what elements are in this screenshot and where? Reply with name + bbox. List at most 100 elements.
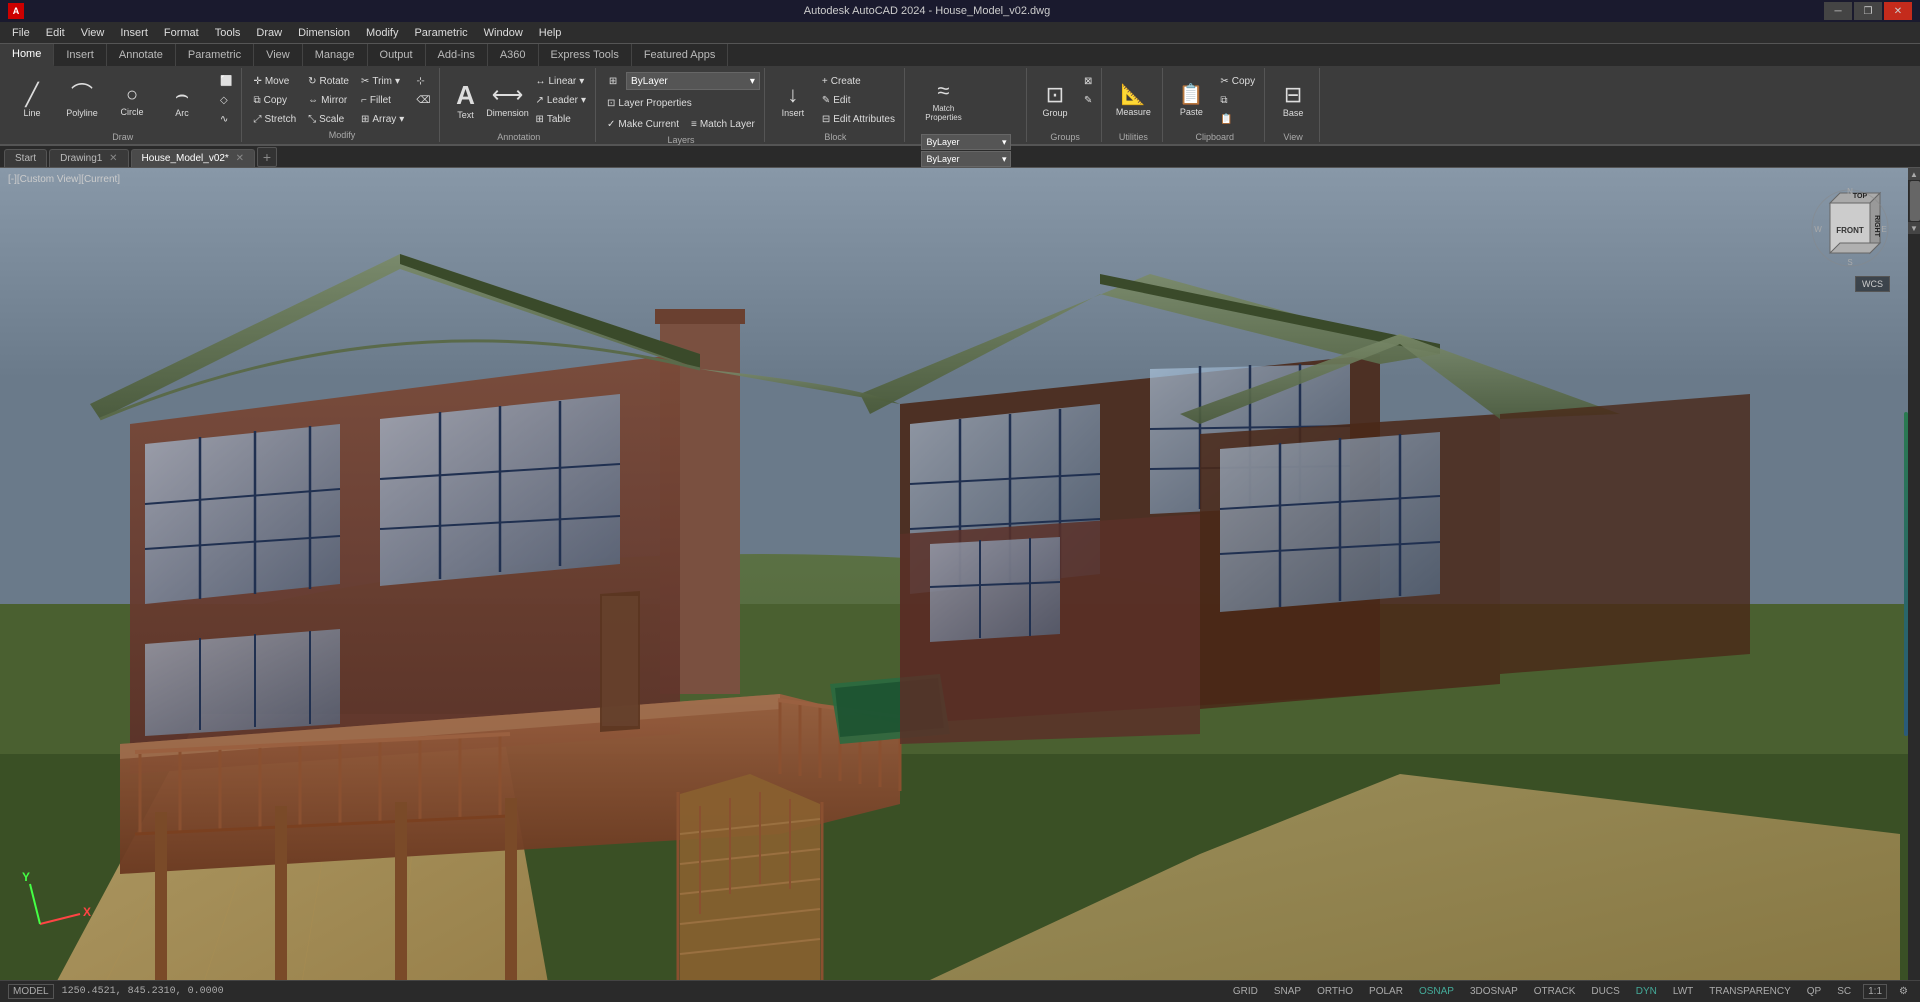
base-button[interactable]: ⊟ Base xyxy=(1271,72,1315,130)
status-osnap[interactable]: OSNAP xyxy=(1415,985,1458,998)
edit-button[interactable]: ✎ Edit xyxy=(817,91,900,109)
tab-home[interactable]: Home xyxy=(0,44,54,66)
trim-button[interactable]: ✂ Trim ▾ xyxy=(356,72,409,90)
status-transparency[interactable]: TRANSPARENCY xyxy=(1705,985,1795,998)
match-properties-button[interactable]: ≈ Match Properties xyxy=(921,72,965,130)
right-panel-indicator xyxy=(1904,412,1908,737)
erase-button[interactable]: ⌫ xyxy=(411,91,435,109)
table-button[interactable]: ⊞ Table xyxy=(530,110,591,128)
viewport[interactable]: [-][Custom View][Current] xyxy=(0,168,1920,980)
mirror-button[interactable]: ⇔ Mirror xyxy=(303,91,354,109)
tab-annotate[interactable]: Annotate xyxy=(107,44,176,66)
group-edit-button[interactable]: ✎ xyxy=(1079,91,1097,109)
scroll-down-button[interactable]: ▼ xyxy=(1908,222,1920,234)
layer-dropdown[interactable]: ByLayer xyxy=(626,72,760,90)
group-button[interactable]: ⊡ Group xyxy=(1033,72,1077,130)
create-button[interactable]: + Create xyxy=(817,72,900,90)
draw-extra-3[interactable]: ∿ xyxy=(215,110,237,128)
tab-insert[interactable]: Insert xyxy=(54,44,107,66)
layer-props-btn2[interactable]: ⊡ Layer Properties xyxy=(602,94,697,112)
status-ortho[interactable]: ORTHO xyxy=(1313,985,1357,998)
status-lwt[interactable]: LWT xyxy=(1669,985,1697,998)
rotate-button[interactable]: ↻ Rotate xyxy=(303,72,354,90)
draw-extra-1[interactable]: ⬜ xyxy=(215,72,237,90)
scroll-thumb[interactable] xyxy=(1910,181,1920,221)
menu-tools[interactable]: Tools xyxy=(207,25,249,41)
status-3dosnap[interactable]: 3DOSNAP xyxy=(1466,985,1522,998)
status-grid[interactable]: GRID xyxy=(1229,985,1262,998)
menu-edit[interactable]: Edit xyxy=(38,25,73,41)
status-qp[interactable]: QP xyxy=(1803,985,1825,998)
measure-button[interactable]: 📐 Measure xyxy=(1108,72,1158,130)
stretch-button[interactable]: ⤢ Stretch xyxy=(248,110,301,128)
circle-button[interactable]: ○ Circle xyxy=(108,72,156,130)
tab-drawing1-close[interactable]: ✕ xyxy=(109,153,117,164)
arc-button[interactable]: ⌢ Arc xyxy=(158,72,206,130)
edit-attributes-button[interactable]: ⊟ Edit Attributes xyxy=(817,110,900,128)
polyline-button[interactable]: ⌒ Polyline xyxy=(58,72,106,130)
tab-add-button[interactable]: + xyxy=(257,147,277,167)
menu-parametric[interactable]: Parametric xyxy=(406,25,475,41)
tab-house-model-close[interactable]: ✕ xyxy=(236,153,244,164)
move-button[interactable]: ✛ Move xyxy=(248,72,301,90)
annotation-scale[interactable]: 1:1 xyxy=(1863,984,1887,999)
status-polar[interactable]: POLAR xyxy=(1365,985,1407,998)
make-current-button[interactable]: ✓ Make Current xyxy=(602,115,684,133)
menu-insert[interactable]: Insert xyxy=(112,25,156,41)
bylayer-dropdown-1[interactable]: ByLayer xyxy=(921,134,1011,150)
scale-button[interactable]: ⤡ Scale xyxy=(303,110,354,128)
copy-clipboard-button[interactable]: ⧉ xyxy=(1215,91,1260,109)
erase-icon: ⌫ xyxy=(416,95,430,106)
ungroup-button[interactable]: ⊠ xyxy=(1079,72,1097,90)
paste-special-button[interactable]: 📋 xyxy=(1215,110,1260,128)
text-button[interactable]: A Text xyxy=(446,72,484,130)
menu-draw[interactable]: Draw xyxy=(248,25,290,41)
bylayer-dropdown-2[interactable]: ByLayer xyxy=(921,151,1011,167)
menu-modify[interactable]: Modify xyxy=(358,25,406,41)
close-button[interactable]: ✕ xyxy=(1884,2,1912,20)
status-ducs[interactable]: DUCS xyxy=(1587,985,1623,998)
viewcube[interactable]: FRONT RIGHT TOP N S W E xyxy=(1810,188,1890,268)
line-button[interactable]: ╱ Line xyxy=(8,72,56,130)
tab-a360[interactable]: A360 xyxy=(488,44,539,66)
tab-express[interactable]: Express Tools xyxy=(539,44,632,66)
insert-button[interactable]: ↓ Insert xyxy=(771,72,815,130)
menu-view[interactable]: View xyxy=(73,25,113,41)
copy-button[interactable]: ⧉ Copy xyxy=(248,91,301,109)
tab-drawing1[interactable]: Drawing1 ✕ xyxy=(49,149,128,167)
tab-output[interactable]: Output xyxy=(368,44,426,66)
tab-start[interactable]: Start xyxy=(4,149,47,167)
tab-view[interactable]: View xyxy=(254,44,303,66)
dimension-button[interactable]: ⟷ Dimension xyxy=(486,72,528,130)
cut-button[interactable]: ✂ Copy xyxy=(1215,72,1260,90)
restore-button[interactable]: ❐ xyxy=(1854,2,1882,20)
minimize-button[interactable]: ─ xyxy=(1824,2,1852,20)
menu-help[interactable]: Help xyxy=(531,25,570,41)
scrollbar-right[interactable]: ▲ ▼ xyxy=(1908,168,1920,980)
menu-window[interactable]: Window xyxy=(476,25,531,41)
status-sc[interactable]: SC xyxy=(1833,985,1855,998)
scroll-up-button[interactable]: ▲ xyxy=(1908,168,1920,180)
paste-button[interactable]: 📋 Paste xyxy=(1169,72,1213,130)
tab-addins[interactable]: Add-ins xyxy=(426,44,488,66)
status-otrack[interactable]: OTRACK xyxy=(1530,985,1580,998)
tab-house-model[interactable]: House_Model_v02* ✕ xyxy=(131,149,255,167)
array-button[interactable]: ⊞ Array ▾ xyxy=(356,110,409,128)
menu-file[interactable]: File xyxy=(4,25,38,41)
workspace-switcher[interactable]: ⚙ xyxy=(1895,985,1912,998)
menu-format[interactable]: Format xyxy=(156,25,207,41)
menu-dimension[interactable]: Dimension xyxy=(290,25,358,41)
explode-button[interactable]: ⊹ xyxy=(411,72,435,90)
fillet-button[interactable]: ⌐ Fillet xyxy=(356,91,409,109)
tab-manage[interactable]: Manage xyxy=(303,44,368,66)
draw-extra-2[interactable]: ◇ xyxy=(215,91,237,109)
model-space-indicator[interactable]: MODEL xyxy=(8,984,54,999)
tab-parametric[interactable]: Parametric xyxy=(176,44,254,66)
match-layer-button[interactable]: ≡ Match Layer xyxy=(686,115,760,133)
leader-button[interactable]: ↗ Leader ▾ xyxy=(530,91,591,109)
status-dyn[interactable]: DYN xyxy=(1632,985,1661,998)
linear-button[interactable]: ↔ Linear ▾ xyxy=(530,72,591,90)
layer-properties-button[interactable]: ⊞ xyxy=(602,72,624,90)
tab-featured[interactable]: Featured Apps xyxy=(632,44,729,66)
status-snap[interactable]: SNAP xyxy=(1270,985,1305,998)
